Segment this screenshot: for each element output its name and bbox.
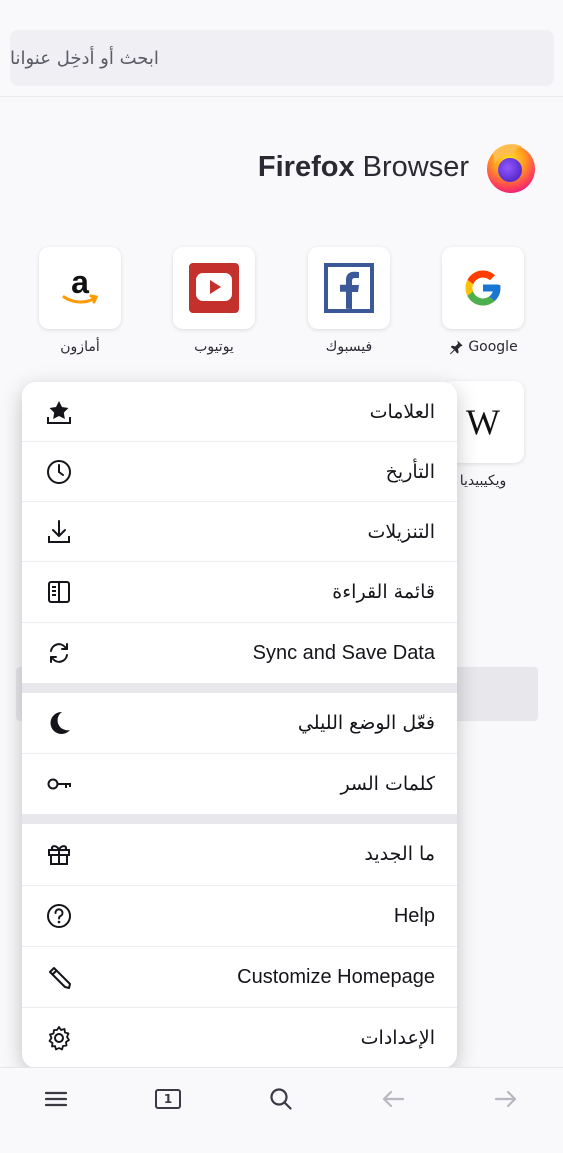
pin-icon xyxy=(450,340,463,355)
sync-icon xyxy=(44,638,74,668)
help-icon xyxy=(44,901,74,931)
arrow-right-icon xyxy=(494,1090,517,1108)
menu-group-divider xyxy=(22,683,457,693)
menu-group-divider xyxy=(22,814,457,824)
top-site-label: يوتيوب xyxy=(194,339,234,355)
gift-icon xyxy=(44,839,74,869)
menu-item-label: ما الجديد xyxy=(364,843,435,865)
brand-header: Firefox Browser xyxy=(0,135,563,199)
top-site-label: فيسبوك xyxy=(325,339,373,355)
key-icon xyxy=(44,769,74,799)
top-site-facebook[interactable]: فيسبوك xyxy=(299,247,399,355)
bookmark-star-icon xyxy=(44,397,74,427)
brand-name-light: Browser xyxy=(362,150,469,183)
menu-item-label: كلمات السر xyxy=(340,773,435,795)
top-site-label: ويكيبيديا xyxy=(459,473,507,489)
forward-button[interactable] xyxy=(486,1082,526,1116)
moon-icon xyxy=(44,708,74,738)
search-address-bar[interactable]: ابحث أو أدخِل عنوانا xyxy=(10,30,554,86)
top-site-label: Google xyxy=(468,339,518,355)
menu-item-passwords[interactable]: كلمات السر xyxy=(22,754,457,814)
brand-name-bold: Firefox xyxy=(257,150,355,183)
menu-item-history[interactable]: التأريخ xyxy=(22,442,457,502)
reading-list-icon xyxy=(44,577,74,607)
google-icon xyxy=(465,270,501,306)
bottom-toolbar: 1 xyxy=(0,1067,563,1153)
wikipedia-icon: W xyxy=(466,402,500,442)
search-button[interactable] xyxy=(261,1082,301,1116)
menu-item-label: التنزيلات xyxy=(367,521,435,543)
menu-item-help[interactable]: Help xyxy=(22,886,457,946)
arrow-left-icon xyxy=(382,1090,405,1108)
search-placeholder: ابحث أو أدخِل عنوانا xyxy=(10,47,159,69)
top-site-tile xyxy=(308,247,390,329)
menu-item-reading-list[interactable]: قائمة القراءة xyxy=(22,562,457,622)
menu-button[interactable] xyxy=(36,1082,76,1116)
menu-item-label: Customize Homepage xyxy=(237,965,435,988)
menu-item-downloads[interactable]: التنزيلات xyxy=(22,502,457,562)
menu-item-label: Help xyxy=(393,904,435,927)
top-site-tile xyxy=(442,247,524,329)
menu-item-sync[interactable]: Sync and Save Data xyxy=(22,623,457,683)
top-site-label: أمازون xyxy=(60,339,100,355)
brand-name: Firefox Browser xyxy=(258,151,469,184)
top-site-tile: a xyxy=(39,247,121,329)
menu-item-label: التأريخ xyxy=(385,461,435,483)
clock-icon xyxy=(44,457,74,487)
menu-item-label: قائمة القراءة xyxy=(332,581,435,603)
menu-item-bookmarks[interactable]: العلامات xyxy=(22,382,457,442)
menu-item-whats-new[interactable]: ما الجديد xyxy=(22,824,457,884)
header-divider xyxy=(0,96,563,97)
tab-count: 1 xyxy=(155,1089,181,1109)
menu-item-label: الإعدادات xyxy=(360,1027,435,1049)
gear-icon xyxy=(44,1023,74,1053)
pencil-icon xyxy=(44,962,74,992)
menu-item-night-mode[interactable]: فعّل الوضع الليلي xyxy=(22,693,457,753)
download-icon xyxy=(44,517,74,547)
hamburger-icon xyxy=(44,1091,68,1107)
menu-item-label: العلامات xyxy=(369,401,435,423)
menu-item-settings[interactable]: الإعدادات xyxy=(22,1008,457,1068)
top-site-tile xyxy=(173,247,255,329)
top-site-youtube[interactable]: يوتيوب xyxy=(164,247,264,355)
search-icon xyxy=(270,1088,292,1110)
menu-item-customize-homepage[interactable]: Customize Homepage xyxy=(22,947,457,1007)
menu-item-label: فعّل الوضع الليلي xyxy=(297,712,435,734)
top-site-google[interactable]: Google xyxy=(433,247,533,355)
app-menu: العلامات التأريخ التنزيلات قائمة القراءة… xyxy=(22,382,457,1068)
tabs-button[interactable]: 1 xyxy=(148,1082,188,1116)
menu-item-label: Sync and Save Data xyxy=(252,641,435,664)
firefox-logo-icon xyxy=(487,144,535,193)
svg-text:a: a xyxy=(71,264,89,300)
top-site-amazon[interactable]: a أمازون xyxy=(30,247,130,355)
facebook-icon xyxy=(324,263,374,313)
youtube-icon xyxy=(189,263,239,313)
back-button[interactable] xyxy=(373,1082,413,1116)
amazon-icon: a xyxy=(62,264,99,304)
